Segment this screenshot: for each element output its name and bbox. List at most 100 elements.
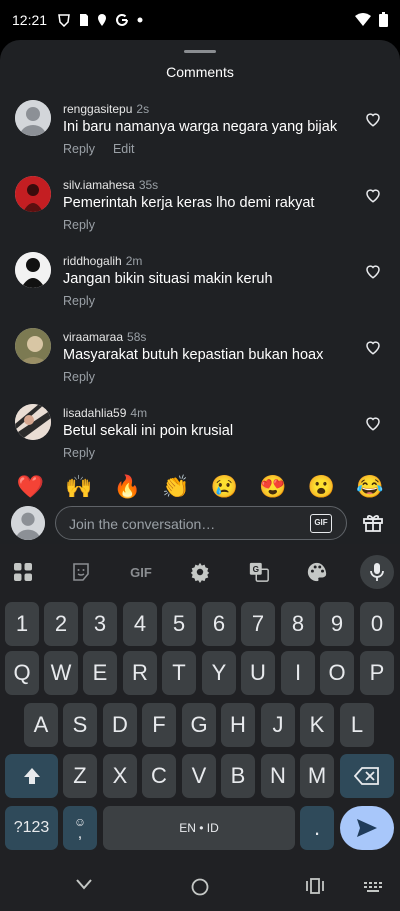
key-j[interactable]: J <box>261 703 295 747</box>
sim-icon <box>80 14 89 26</box>
key-6[interactable]: 6 <box>202 602 236 646</box>
gif-tab[interactable]: GIF <box>126 558 156 586</box>
comment-text: Masyarakat butuh kepastian bukan hoax <box>63 347 324 363</box>
emoji-heart[interactable]: ❤️ <box>17 474 44 500</box>
symbols-key[interactable]: ?123 <box>5 806 58 850</box>
emoji-comma-key[interactable]: ☺ , <box>63 806 97 850</box>
keyboard-switch-icon[interactable] <box>364 882 382 892</box>
avatar[interactable] <box>15 176 51 212</box>
space-bar[interactable]: EN • ID <box>103 806 295 850</box>
period-key[interactable]: . <box>300 806 334 850</box>
key-r[interactable]: R <box>123 651 157 695</box>
key-b[interactable]: B <box>221 754 255 798</box>
shift-key[interactable] <box>5 754 58 798</box>
key-c[interactable]: C <box>142 754 176 798</box>
send-key[interactable] <box>340 806 394 850</box>
key-w[interactable]: W <box>44 651 78 695</box>
comma-label: , <box>77 825 83 842</box>
comment-text: Pemerintah kerja keras lho demi rakyat <box>63 195 315 211</box>
avatar[interactable] <box>15 252 51 288</box>
reply-button[interactable]: Reply <box>63 218 95 232</box>
heart-icon[interactable] <box>364 110 382 128</box>
comment-username[interactable]: viraamaraa <box>63 330 123 344</box>
location-icon <box>98 14 107 26</box>
comment-text: Ini baru namanya warga negara yang bijak <box>63 119 338 135</box>
key-o[interactable]: O <box>320 651 354 695</box>
reply-button[interactable]: Reply <box>63 446 95 460</box>
key-f[interactable]: F <box>142 703 176 747</box>
key-i[interactable]: I <box>281 651 315 695</box>
key-8[interactable]: 8 <box>281 602 315 646</box>
home-circle-icon[interactable] <box>191 878 209 896</box>
comment-username[interactable]: silv.iamahesa <box>63 178 135 192</box>
palette-icon[interactable] <box>303 558 331 586</box>
reply-button[interactable]: Reply <box>63 370 95 384</box>
key-k[interactable]: K <box>300 703 334 747</box>
key-9[interactable]: 9 <box>320 602 354 646</box>
key-4[interactable]: 4 <box>123 602 157 646</box>
key-u[interactable]: U <box>241 651 275 695</box>
key-7[interactable]: 7 <box>241 602 275 646</box>
key-5[interactable]: 5 <box>162 602 196 646</box>
backspace-key[interactable] <box>340 754 394 798</box>
dot-icon <box>137 17 143 23</box>
comment-username[interactable]: renggasitepu <box>63 102 132 116</box>
edit-button[interactable]: Edit <box>113 142 135 156</box>
emoji-fire[interactable]: 🔥 <box>114 474 141 500</box>
comment-input[interactable]: Join the conversation… GIF <box>55 506 347 540</box>
key-y[interactable]: Y <box>202 651 236 695</box>
key-d[interactable]: D <box>103 703 137 747</box>
key-x[interactable]: X <box>103 754 137 798</box>
emoji-laugh[interactable]: 😂 <box>356 474 383 500</box>
key-3[interactable]: 3 <box>83 602 117 646</box>
recents-icon[interactable] <box>306 878 324 894</box>
key-v[interactable]: V <box>182 754 216 798</box>
gift-icon[interactable] <box>361 510 385 534</box>
avatar[interactable] <box>15 328 51 364</box>
translate-icon[interactable]: G <box>245 558 273 586</box>
emoji-cry[interactable]: 😢 <box>211 474 238 500</box>
key-a[interactable]: A <box>24 703 58 747</box>
apps-grid-icon[interactable] <box>9 558 37 586</box>
sticker-icon[interactable] <box>67 558 95 586</box>
emoji-heart-eyes[interactable]: 😍 <box>259 474 286 500</box>
key-2[interactable]: 2 <box>44 602 78 646</box>
gif-button[interactable]: GIF <box>310 514 332 533</box>
key-0[interactable]: 0 <box>360 602 394 646</box>
shift-icon <box>23 768 40 784</box>
comment-item: lisadahlia59 4m Betul sekali ini poin kru… <box>0 404 400 474</box>
heart-icon[interactable] <box>364 414 382 432</box>
heart-icon[interactable] <box>364 186 382 204</box>
comment-username[interactable]: lisadahlia59 <box>63 406 126 420</box>
drag-handle[interactable] <box>184 50 216 53</box>
heart-icon[interactable] <box>364 262 382 280</box>
keyboard: GIF G 1 2 3 4 5 6 7 8 9 0 Q W E R T Y U … <box>0 544 400 858</box>
key-z[interactable]: Z <box>63 754 97 798</box>
settings-gear-icon[interactable] <box>186 558 214 586</box>
emoji-clap[interactable]: 👏 <box>162 474 189 500</box>
reply-button[interactable]: Reply <box>63 142 95 156</box>
key-t[interactable]: T <box>162 651 196 695</box>
key-m[interactable]: M <box>300 754 334 798</box>
key-q[interactable]: Q <box>5 651 39 695</box>
key-g[interactable]: G <box>182 703 216 747</box>
emoji-surprised[interactable]: 😮 <box>308 474 335 500</box>
key-s[interactable]: S <box>63 703 97 747</box>
heart-icon[interactable] <box>364 338 382 356</box>
emoji-raised-hands[interactable]: 🙌 <box>65 474 92 500</box>
back-chevron-icon[interactable] <box>76 878 92 890</box>
voice-input-button[interactable] <box>360 555 394 589</box>
key-l[interactable]: L <box>340 703 374 747</box>
avatar[interactable] <box>15 100 51 136</box>
key-h[interactable]: H <box>221 703 255 747</box>
key-n[interactable]: N <box>261 754 295 798</box>
comment-input-placeholder: Join the conversation… <box>69 516 216 532</box>
comment-username[interactable]: riddhogalih <box>63 254 122 268</box>
comment-item: riddhogalih 2m Jangan bikin situasi makin… <box>0 252 400 322</box>
comment-time: 2m <box>125 254 143 268</box>
key-p[interactable]: P <box>360 651 394 695</box>
key-e[interactable]: E <box>83 651 117 695</box>
key-1[interactable]: 1 <box>5 602 39 646</box>
avatar[interactable] <box>15 404 51 440</box>
reply-button[interactable]: Reply <box>63 294 95 308</box>
